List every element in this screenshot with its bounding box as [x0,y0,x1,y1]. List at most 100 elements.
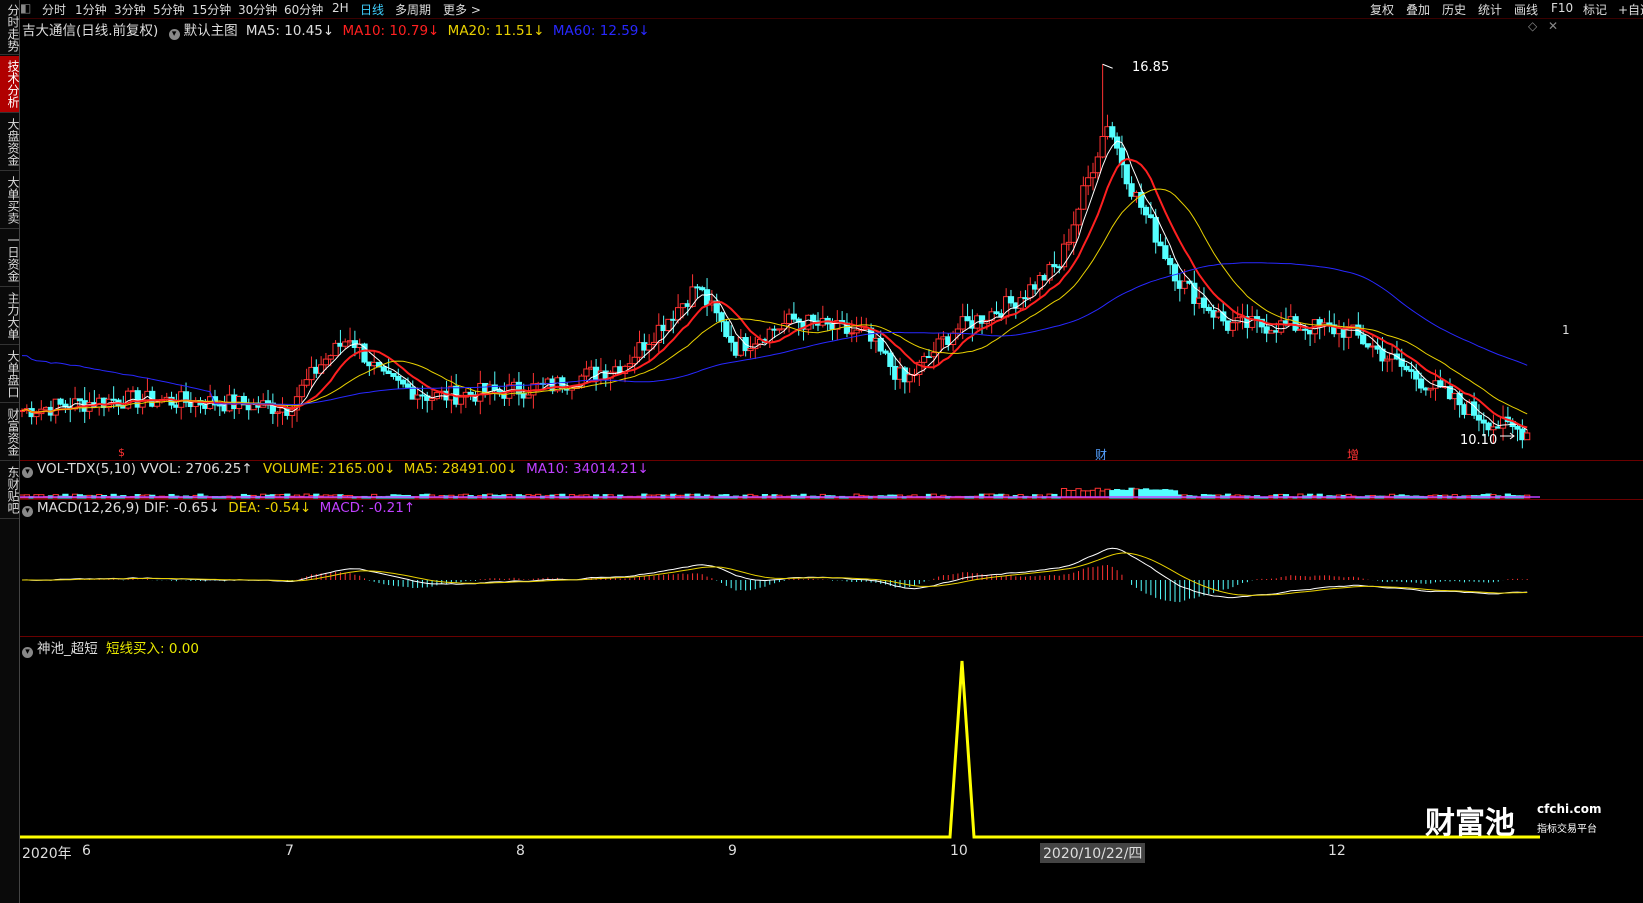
candle-body [1142,206,1150,216]
volume-chart[interactable] [20,478,1643,500]
candle-body [810,314,817,322]
sidebar-item-main-orders[interactable]: 主力大单 [0,288,20,345]
candle-body [1475,414,1483,421]
candle-body [583,368,590,377]
tab-3min[interactable]: 3分钟 [114,1,146,18]
candle-body [57,398,64,405]
candle-body [1524,432,1531,441]
candle-body [1123,164,1130,185]
candle-body [877,337,884,352]
price-axis-tick: 1 [1562,323,1570,337]
ma10-line [21,157,1528,429]
candle-body [790,313,797,320]
f10-button[interactable]: F10 [1551,1,1573,15]
volume-header: ▾ VOL-TDX(5,10) VVOL: 2706.25↑ VOLUME: 21… [22,461,649,478]
tab-15min[interactable]: 15分钟 [192,1,231,18]
candle-body [395,375,402,381]
candle-body [1229,322,1236,331]
tab-fenshi[interactable]: 分时 [42,1,66,18]
history-button[interactable]: 历史 [1442,1,1466,18]
axis-month-10: 10 [950,843,968,859]
tab-1min[interactable]: 1分钟 [75,1,107,18]
candle-body [457,396,465,405]
tab-2h[interactable]: 2H [332,1,349,15]
candle-body [954,328,962,334]
candle-body [1360,334,1367,345]
vol-ma5-readout: MA5: 28491.00↓ [403,461,518,477]
candle-body [646,343,653,351]
candle-body [1152,216,1159,243]
sidebar-item-market-funds[interactable]: 大盘资金 [0,114,20,171]
candle-body [400,379,407,385]
tab-more[interactable]: 更多 > [443,1,481,18]
vol-ma10-readout: MA10: 34014.21↓ [526,461,649,477]
collapse-icon[interactable]: ◇ [1528,19,1537,33]
candle-body [1007,296,1015,304]
draw-button[interactable]: 画线 [1514,1,1538,18]
tab-5min[interactable]: 5分钟 [153,1,185,18]
sidebar-item-big-orders[interactable]: 大单买卖 [0,172,20,229]
candle-body [1417,378,1425,389]
candle-body [1456,393,1463,406]
logo-brand: 财富池 [1425,806,1515,841]
high-pointer [1102,63,1113,69]
low-pointer [1500,432,1515,440]
left-sidebar: 分时走势 技术分析 大盘资金 大单买卖 一日资金 主力大单 大单盘口 财富资金 … [0,0,20,903]
candle-body [1200,297,1208,308]
volume-settings-icon[interactable]: ▾ [22,467,33,478]
candle-body [631,356,638,365]
tab-60min[interactable]: 60分钟 [284,1,323,18]
sidebar-item-day-funds[interactable]: 一日资金 [0,230,20,287]
tab-daily[interactable]: 日线 [360,1,384,18]
macd-header: ▾ MACD(12,26,9) DIF: -0.65↓ DEA: -0.54↓ M… [22,500,415,517]
candle-body [1080,185,1087,210]
watermark-logo: 财富池 cfchi.com 指标交易平台 [1425,798,1615,841]
candle-body [1075,208,1082,226]
candle-body [1089,172,1097,179]
layout-icon[interactable]: ◧ [20,1,31,15]
sidebar-item-fenshi[interactable]: 分时走势 [0,2,20,55]
candle-body [1162,245,1169,260]
candle-body [728,335,735,343]
macd-settings-icon[interactable]: ▾ [22,506,33,517]
indicator-chart[interactable] [20,655,1643,842]
candlestick-chart[interactable] [20,36,1643,461]
overlay-button[interactable]: 叠加 [1406,1,1430,18]
candle-body [433,392,440,400]
fuquan-button[interactable]: 复权 [1370,1,1394,18]
ma20-line [21,188,1528,415]
stats-button[interactable]: 统计 [1478,1,1502,18]
candle-body [930,352,937,358]
candle-body [964,316,971,322]
candle-body [675,307,682,321]
candle-body [1292,316,1299,331]
macd-readout: MACD: -0.21↑ [319,500,416,516]
tab-multi-period[interactable]: 多周期 [395,1,431,18]
mark-button[interactable]: 标记 [1583,1,1607,18]
candle-body [491,384,498,391]
close-panel-icon[interactable]: ✕ [1548,19,1558,33]
candle-body [935,338,942,354]
candle-body [1157,241,1164,247]
sidebar-item-wealth-funds[interactable]: 财富资金 [0,404,20,461]
candle-body [723,321,730,337]
sidebar-item-technical[interactable]: 技术分析 [0,56,20,113]
candle-body [1085,177,1092,187]
candle-body [1171,264,1179,282]
dea-readout: DEA: -0.54↓ [228,500,312,516]
period-toolbar: ◧ 分时 1分钟 3分钟 5分钟 15分钟 30分钟 60分钟 2H 日线 多周… [0,0,1643,19]
tab-30min[interactable]: 30分钟 [238,1,277,18]
candle-body [1094,156,1101,174]
event-marker-s[interactable]: $ [118,446,125,459]
macd-chart[interactable] [20,518,1643,636]
ma5-line [21,140,1528,431]
candle-body [887,352,894,367]
axis-year: 2020年 [22,846,72,862]
candle-body [1167,258,1174,266]
dif-line [21,547,1528,599]
dif-readout: MACD(12,26,9) DIF: -0.65↓ [37,500,220,516]
sidebar-item-order-book[interactable]: 大单盘口 [0,346,20,403]
time-axis: 2020年 6 7 8 9 10 2020/10/22/四 12 [20,842,1540,863]
add-watchlist-button[interactable]: +自选 [1618,1,1643,18]
sidebar-item-forum[interactable]: 东财贴吧 [0,462,20,519]
